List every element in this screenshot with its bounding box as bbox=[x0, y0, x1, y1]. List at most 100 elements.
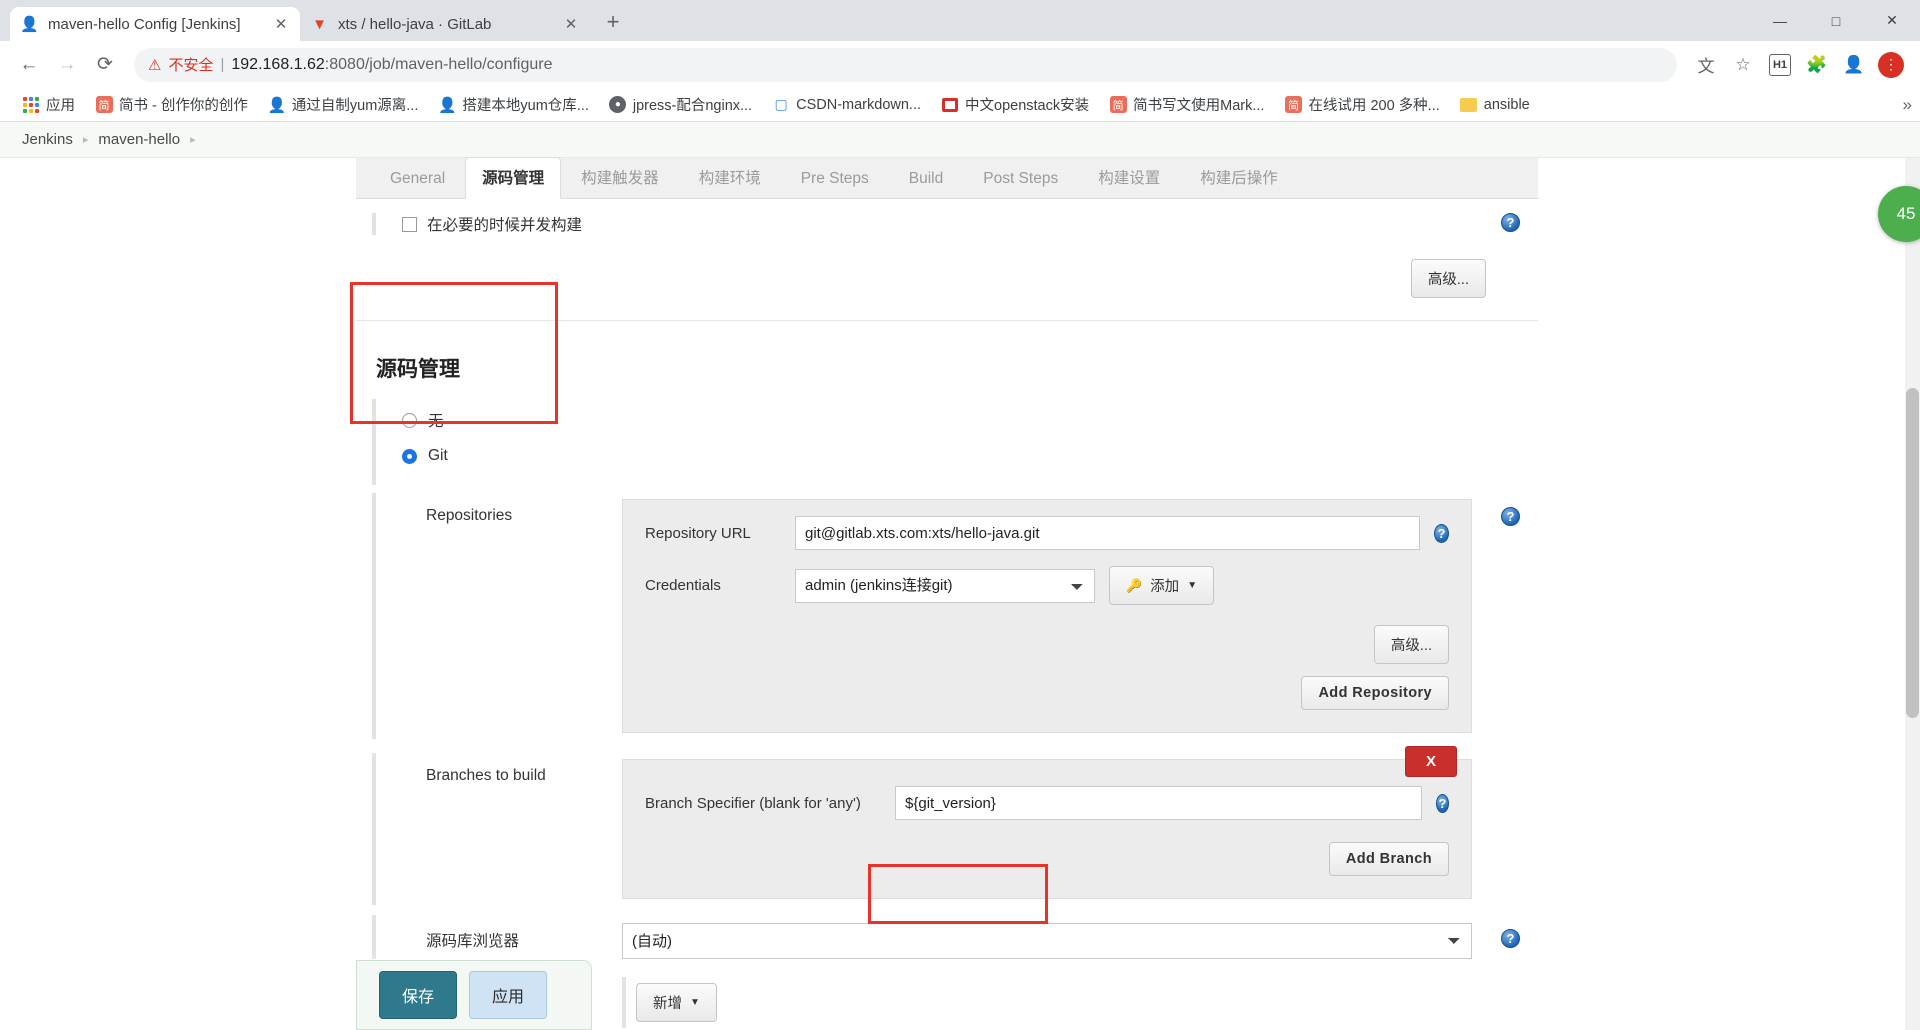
add-behaviour-button[interactable]: 新增 ▼ bbox=[636, 983, 717, 1022]
bookmark-label: CSDN-markdown... bbox=[796, 96, 922, 113]
bookmark-label: 简书写文使用Mark... bbox=[1133, 98, 1265, 114]
bookmark-csdn-markdown[interactable]: ▢ CSDN-markdown... bbox=[764, 93, 929, 117]
bookmark-local-yum-repo[interactable]: 👤 搭建本地yum仓库... bbox=[430, 91, 596, 118]
apply-button[interactable]: 应用 bbox=[469, 971, 548, 1019]
tab-build[interactable]: Build bbox=[889, 161, 963, 198]
bookmark-label: 在线试用 200 多种... bbox=[1308, 98, 1440, 114]
tab-build-triggers[interactable]: 构建触发器 bbox=[561, 157, 679, 198]
browser-tab-jenkins[interactable]: 👤 maven-hello Config [Jenkins] ✕ bbox=[10, 7, 300, 41]
repository-url-help-icon[interactable]: ? bbox=[1433, 523, 1449, 543]
bookmark-yum-source[interactable]: 👤 通过自制yum源离... bbox=[260, 91, 426, 118]
chrome-menu-icon[interactable]: ⋮ bbox=[1874, 48, 1908, 82]
scm-section-header: 源码管理 bbox=[356, 343, 1538, 399]
maximize-icon[interactable]: □ bbox=[1808, 0, 1864, 41]
bookmark-label: 简书 - 创作你的创作 bbox=[119, 98, 248, 114]
scm-option-label: Git bbox=[428, 447, 448, 464]
config-form-body: 在必要的时候并发构建 ? 高级... 源码管理 无 Git Repositori… bbox=[356, 199, 1538, 1028]
bookmark-label: 应用 bbox=[46, 98, 75, 114]
add-credentials-button[interactable]: 🔑 添加 ▼ bbox=[1109, 566, 1215, 605]
back-icon[interactable]: ← bbox=[12, 48, 46, 82]
close-icon[interactable]: ✕ bbox=[272, 15, 290, 33]
form-footer-actions: 保存 应用 bbox=[356, 960, 592, 1030]
tab-build-environment[interactable]: 构建环境 bbox=[679, 157, 781, 198]
credentials-select[interactable]: admin (jenkins连接git) bbox=[795, 568, 1095, 603]
breadcrumb-item-jenkins[interactable]: Jenkins bbox=[22, 131, 73, 148]
profile-icon[interactable]: 👤 bbox=[1837, 48, 1871, 82]
openstack-icon bbox=[941, 96, 959, 114]
bookmark-openstack-install[interactable]: 中文openstack安装 bbox=[933, 91, 1097, 118]
repository-browser-help-icon[interactable]: ? bbox=[1501, 929, 1520, 948]
scm-radio-group: 无 Git bbox=[372, 399, 1538, 485]
address-bar[interactable]: ⚠ 不安全 | 192.168.1.62:8080/job/maven-hell… bbox=[134, 47, 1677, 82]
browser-tab-gitlab[interactable]: ▼ xts / hello-java · GitLab ✕ bbox=[300, 7, 590, 41]
repository-browser-label: 源码库浏览器 bbox=[426, 933, 520, 950]
repository-browser-select[interactable]: (自动) bbox=[622, 923, 1472, 959]
delete-branch-button[interactable]: X bbox=[1404, 746, 1457, 777]
tab-post-build-actions[interactable]: 构建后操作 bbox=[1180, 157, 1298, 198]
browser-toolbar: ← → ⟳ ⚠ 不安全 | 192.168.1.62:8080/job/mave… bbox=[0, 41, 1920, 88]
bookmark-apps[interactable]: 应用 bbox=[14, 91, 83, 118]
credentials-row: Credentials admin (jenkins连接git) 🔑 添加 ▼ bbox=[645, 566, 1449, 605]
advanced-button[interactable]: 高级... bbox=[1410, 259, 1486, 298]
save-button[interactable]: 保存 bbox=[379, 971, 458, 1019]
concurrent-build-label: 在必要的时候并发构建 bbox=[427, 217, 583, 234]
scm-option-git[interactable]: Git bbox=[402, 445, 1538, 475]
branch-specifier-input[interactable] bbox=[895, 786, 1422, 820]
repository-advanced-button[interactable]: 高级... bbox=[1373, 625, 1449, 664]
add-branch-button[interactable]: Add Branch bbox=[1328, 842, 1449, 876]
extension-h1-icon[interactable]: H1 bbox=[1763, 48, 1797, 82]
translate-icon[interactable]: 文 bbox=[1689, 48, 1723, 82]
tab-strip: 👤 maven-hello Config [Jenkins] ✕ ▼ xts /… bbox=[0, 0, 1920, 41]
branches-row: Branches to build X Branch Specifier (bl… bbox=[372, 746, 1538, 905]
forward-icon[interactable]: → bbox=[50, 48, 84, 82]
tab-build-settings[interactable]: 构建设置 bbox=[1078, 157, 1180, 198]
branches-label: Branches to build bbox=[426, 767, 546, 784]
repository-url-label: Repository URL bbox=[645, 524, 751, 542]
close-window-icon[interactable]: ✕ bbox=[1864, 0, 1920, 41]
chevron-down-icon: ▼ bbox=[690, 997, 700, 1008]
new-tab-button[interactable]: + bbox=[596, 5, 630, 39]
breadcrumb-item-maven-hello[interactable]: maven-hello bbox=[98, 131, 180, 148]
tab-general[interactable]: General bbox=[370, 161, 465, 198]
tab-post-steps[interactable]: Post Steps bbox=[963, 161, 1078, 198]
concurrent-build-row: 在必要的时候并发构建 bbox=[372, 213, 1538, 235]
concurrent-build-help-icon[interactable]: ? bbox=[1501, 213, 1520, 232]
bookmarks-bar: 应用 简 简书 - 创作你的创作 👤 通过自制yum源离... 👤 搭建本地yu… bbox=[0, 88, 1920, 122]
globe-icon: ● bbox=[609, 96, 627, 114]
repository-browser-section: 源码库浏览器 (自动) ? bbox=[356, 915, 1538, 959]
chevron-down-icon: ▼ bbox=[1187, 580, 1198, 591]
repositories-help-icon[interactable]: ? bbox=[1501, 507, 1520, 526]
minimize-icon[interactable]: — bbox=[1752, 0, 1808, 41]
status-badge[interactable]: 45 bbox=[1878, 186, 1920, 242]
extensions-puzzle-icon[interactable]: 🧩 bbox=[1800, 48, 1834, 82]
branch-specifier-help-icon[interactable]: ? bbox=[1436, 793, 1449, 813]
jianshu-icon: 简 bbox=[1109, 96, 1127, 114]
bookmark-label: 搭建本地yum仓库... bbox=[462, 98, 589, 114]
concurrent-build-checkbox[interactable] bbox=[402, 216, 417, 232]
additional-behaviours-field: 新增 ▼ bbox=[622, 977, 717, 1028]
tab-pre-steps[interactable]: Pre Steps bbox=[781, 161, 889, 198]
repository-browser-row: 源码库浏览器 (自动) bbox=[372, 915, 1538, 959]
csdn-icon: ▢ bbox=[774, 96, 788, 112]
person-icon: 👤 bbox=[438, 96, 457, 114]
page-scrollbar[interactable] bbox=[1905, 158, 1920, 1030]
bookmark-jpress-nginx[interactable]: ● jpress-配合nginx... bbox=[601, 91, 760, 118]
bookmark-ansible-folder[interactable]: ansible bbox=[1452, 93, 1538, 117]
repository-url-row: Repository URL ? bbox=[645, 516, 1449, 550]
reload-icon[interactable]: ⟳ bbox=[88, 48, 122, 82]
bookmark-star-icon[interactable]: ☆ bbox=[1726, 48, 1760, 82]
help-icon-glyph: ? bbox=[1501, 507, 1520, 526]
bookmark-online-trial[interactable]: 简 在线试用 200 多种... bbox=[1276, 91, 1447, 118]
page-content: 45 General 源码管理 构建触发器 构建环境 Pre Steps Bui… bbox=[0, 157, 1920, 1030]
scrollbar-thumb[interactable] bbox=[1906, 388, 1919, 718]
bookmarks-overflow-icon[interactable]: » bbox=[1903, 95, 1912, 115]
bookmark-jianshu-create[interactable]: 简 简书 - 创作你的创作 bbox=[87, 91, 256, 118]
close-icon[interactable]: ✕ bbox=[562, 15, 580, 33]
branch-specifier-row: Branch Specifier (blank for 'any') ? bbox=[645, 786, 1449, 820]
bookmark-jianshu-markdown[interactable]: 简 简书写文使用Mark... bbox=[1101, 91, 1272, 118]
tab-source-code-management[interactable]: 源码管理 bbox=[465, 157, 562, 199]
add-repository-button[interactable]: Add Repository bbox=[1301, 676, 1449, 710]
breadcrumb: Jenkins ▸ maven-hello ▸ bbox=[0, 122, 1920, 158]
repository-url-input[interactable] bbox=[795, 516, 1420, 550]
scm-option-none[interactable]: 无 bbox=[402, 403, 1538, 445]
